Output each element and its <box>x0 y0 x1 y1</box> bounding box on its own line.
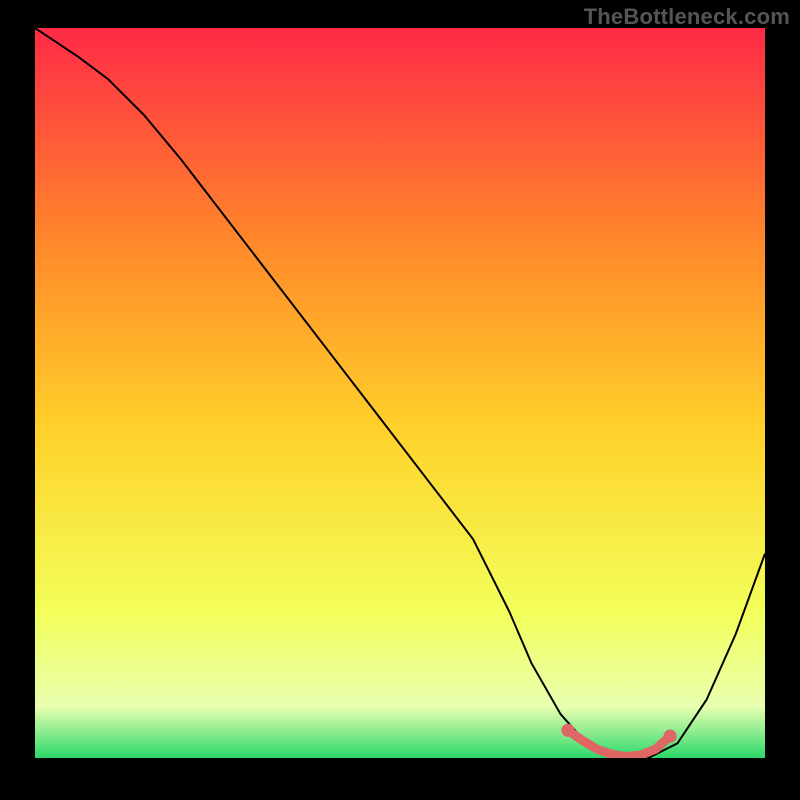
chart-container: TheBottleneck.com <box>0 0 800 800</box>
chart-svg <box>35 28 765 758</box>
marker-dot <box>664 730 677 743</box>
watermark-text: TheBottleneck.com <box>584 4 790 30</box>
gradient-background <box>35 28 765 758</box>
marker-dot <box>561 724 574 737</box>
plot-area <box>35 28 765 758</box>
